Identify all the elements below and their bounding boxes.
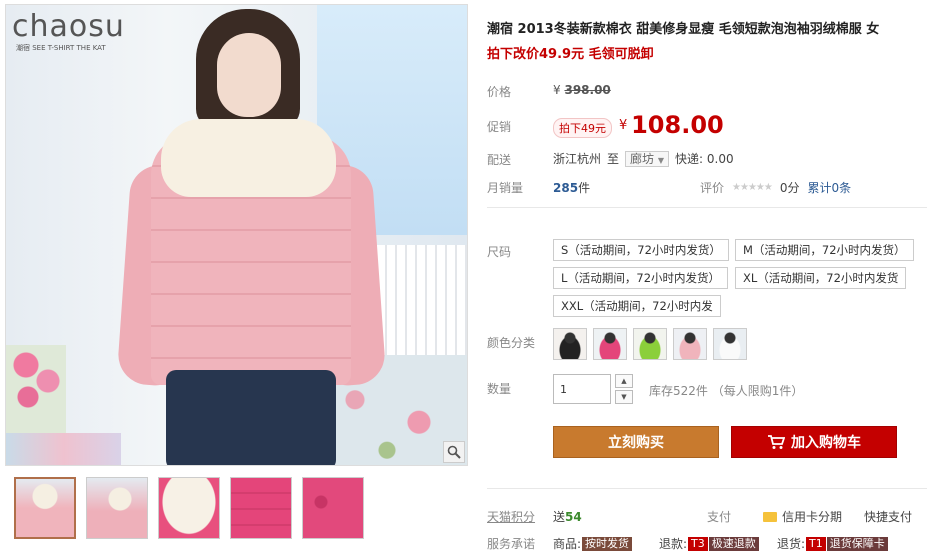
color-swatches (553, 328, 747, 360)
background-magazines (6, 433, 121, 465)
model-face (217, 33, 281, 117)
color-swatch-white[interactable] (713, 328, 747, 360)
fast-refund-badge: 极速退款 (708, 536, 759, 551)
monthly-sales: 285件 (553, 179, 590, 196)
size-option-xxl[interactable]: XXL（活动期间，72小时内发 (553, 295, 721, 317)
chevron-down-icon: ▼ (621, 393, 627, 401)
quantity-increase-button[interactable]: ▲ (615, 374, 633, 388)
quantity-decrease-button[interactable]: ▼ (615, 390, 633, 404)
product-title: 潮宿 2013冬装新款棉衣 甜美修身显瘦 毛领短款泡泡袖羽绒棉服 女 (487, 22, 880, 37)
on-time-delivery-badge: 按时发货 (582, 536, 633, 551)
size-option-l[interactable]: L（活动期间，72小时内发货） (553, 267, 729, 289)
thumbnail-4[interactable] (230, 477, 292, 539)
return-code-badge: T1 (806, 536, 826, 551)
sales-unit: 件 (578, 181, 591, 195)
tmall-points-link[interactable]: 天猫积分 (487, 508, 535, 525)
rating-info: 评价 ★★★★★ 0分 累计0条 (700, 179, 851, 196)
brand-logo-text: chaosu (12, 9, 125, 44)
brand-logo-tagline: 潮宿 SEE T-SHIRT THE KAT (16, 44, 106, 52)
shipping-label: 配送 (487, 153, 512, 167)
shipping-info: 浙江杭州 至 廊坊 ▼ 快递: 0.00 (553, 150, 734, 167)
add-to-cart-button[interactable]: 加入购物车 (731, 426, 897, 458)
credit-installment[interactable]: 信用卡分期 (763, 508, 842, 525)
quantity-input[interactable] (553, 374, 611, 404)
size-option-s[interactable]: S（活动期间，72小时内发货） (553, 239, 729, 261)
current-price-value: 108.00 (631, 111, 724, 139)
currency-symbol: ¥ (553, 83, 561, 97)
model-jeans (166, 370, 336, 465)
rating-label: 评价 (700, 181, 725, 195)
destination-city-select[interactable]: 廊坊 ▼ (625, 150, 670, 167)
credit-card-icon (763, 511, 777, 522)
promise-prefix: 退货: (777, 537, 806, 551)
promo-label: 促销 (487, 120, 512, 134)
shipping-fee: 快递: 0.00 (675, 152, 734, 166)
thumbnail-2[interactable] (86, 477, 148, 539)
product-page: chaosu 潮宿 SEE T-SHIRT THE KAT 潮宿 2013冬装新… (0, 0, 930, 551)
section-divider (487, 488, 927, 489)
current-price: ¥ 108.00 (619, 111, 724, 139)
background-flowers (6, 345, 66, 435)
size-option-m[interactable]: M（活动期间，72小时内发货） (735, 239, 914, 261)
destination-city-value: 廊坊 (630, 151, 655, 166)
points-value: 送54 (553, 508, 582, 525)
promise-prefix: 退款: (659, 537, 688, 551)
ship-to-word: 至 (607, 152, 620, 166)
stock-info: 库存522件 （每人限购1件） (649, 384, 804, 398)
promise-refund[interactable]: 退款: T3 极速退款 (659, 535, 759, 551)
thumbnail-1[interactable] (14, 477, 76, 539)
payment-label: 支付 (707, 510, 732, 524)
section-divider (487, 207, 927, 208)
main-product-image[interactable]: chaosu 潮宿 SEE T-SHIRT THE KAT (5, 4, 468, 466)
chevron-down-icon: ▼ (657, 155, 665, 165)
original-price-value: 398.00 (564, 83, 611, 97)
points-prefix: 送 (553, 510, 566, 524)
review-count-link[interactable]: 累计0条 (807, 179, 851, 196)
color-swatch-rose[interactable] (593, 328, 627, 360)
brand-logo: chaosu 潮宿 SEE T-SHIRT THE KAT (12, 11, 125, 53)
color-swatch-pink[interactable] (673, 328, 707, 360)
active-thumb-pointer (38, 477, 52, 478)
currency-symbol: ¥ (619, 118, 628, 133)
color-label: 颜色分类 (487, 336, 536, 350)
promo-tag: 拍下49元 (553, 118, 612, 138)
thumbnail-5[interactable] (302, 477, 364, 539)
fur-collar (161, 119, 336, 197)
promise-return[interactable]: 退货: T1 退货保障卡 (777, 535, 888, 551)
points-number: 54 (565, 510, 582, 524)
buy-now-label: 立刻购买 (608, 435, 664, 451)
promise-prefix: 商品: (553, 537, 582, 551)
cart-icon (768, 435, 785, 449)
star-rating-icon: ★★★★★ (732, 182, 773, 193)
chevron-up-icon: ▲ (621, 377, 627, 385)
thumbnail-3[interactable] (158, 477, 220, 539)
product-subtitle: 拍下改价49.9元 毛领可脱卸 (487, 47, 654, 62)
original-price: ¥ 398.00 (553, 83, 611, 97)
zoom-icon[interactable] (443, 441, 465, 463)
credit-installment-label: 信用卡分期 (782, 510, 843, 524)
sales-count: 285 (553, 181, 579, 195)
refund-code-badge: T3 (688, 536, 708, 551)
color-swatch-black[interactable] (553, 328, 587, 360)
sales-label: 月销量 (487, 181, 524, 195)
promise-on-time[interactable]: 商品: 按时发货 (553, 535, 633, 551)
return-guarantee-badge: 退货保障卡 (826, 536, 888, 551)
buy-now-button[interactable]: 立刻购买 (553, 426, 719, 458)
quick-pay[interactable]: 快捷支付 (864, 508, 912, 525)
service-promise-label: 服务承诺 (487, 537, 536, 551)
color-swatch-green[interactable] (633, 328, 667, 360)
quantity-label: 数量 (487, 382, 512, 396)
size-label: 尺码 (487, 245, 512, 259)
size-option-xl[interactable]: XL（活动期间，72小时内发货 (735, 267, 907, 289)
thumbnail-strip (14, 477, 364, 539)
rating-score: 0分 (779, 181, 800, 195)
add-to-cart-label: 加入购物车 (791, 435, 861, 451)
price-label: 价格 (487, 85, 512, 99)
ship-from: 浙江杭州 (553, 152, 602, 166)
